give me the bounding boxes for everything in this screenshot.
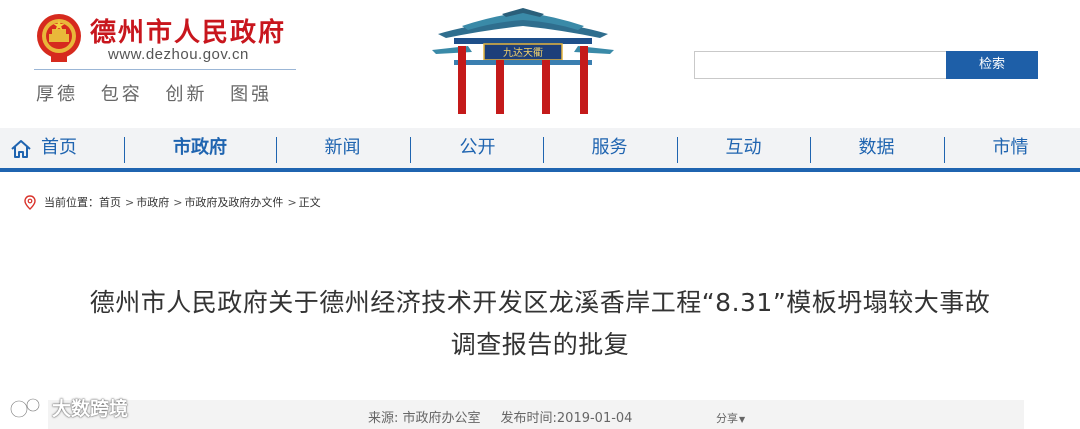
search-button[interactable]: 检索 [946,51,1038,79]
header-divider [34,69,296,70]
main-nav: 首页 市政府 新闻 公开 服务 互动 数据 市情 [0,128,1080,172]
nav-item-news[interactable]: 新闻 [295,128,390,168]
nav-item-city-info[interactable]: 市情 [963,128,1058,168]
breadcrumb-separator: > [125,195,135,209]
nav-divider [124,137,125,163]
breadcrumb-separator: > [173,195,183,209]
article-meta: 来源: 市政府办公室 发布时间:2019-01-04 [368,407,632,426]
nav-item-city-government[interactable]: 市政府 [150,128,250,168]
nav-divider [410,137,411,163]
nav-item-interaction[interactable]: 互动 [696,128,791,168]
nav-divider [276,137,277,163]
nav-item-data[interactable]: 数据 [829,128,924,168]
article-publish-date: 发布时间:2019-01-04 [500,411,633,426]
breadcrumb: 当前位置： 首页 > 市政府 > 市政府及政府办文件 > 正文 [24,193,321,211]
gate-plaque-text: 九达天衢 [503,47,543,59]
nav-divider [944,137,945,163]
chevron-down-icon: ▼ [739,415,746,424]
national-emblem-icon [37,14,81,62]
nav-divider [677,137,678,163]
watermark-logo-icon [9,397,41,418]
home-icon[interactable] [10,138,32,160]
archway-gate-image: 九达天衢 [432,8,614,114]
site-name[interactable]: 德州市人民政府 [90,12,286,49]
breadcrumb-item-current: 正文 [298,196,321,209]
share-button[interactable]: 分享▼ [716,410,745,426]
site-header: 德州市人民政府 www.dezhou.gov.cn 厚德 包容 创新 图强 九达… [0,0,1080,128]
breadcrumb-item-documents[interactable]: 市政府及政府办文件 [184,194,283,210]
article-meta-bar: 来源: 市政府办公室 发布时间:2019-01-04 分享▼ [48,400,1024,429]
share-label: 分享 [716,412,738,425]
nav-divider [810,137,811,163]
watermark-text: 大数跨境 [52,398,129,420]
search-input[interactable] [694,51,947,79]
nav-item-public[interactable]: 公开 [430,128,525,168]
site-motto: 厚德 包容 创新 图强 [36,84,273,105]
breadcrumb-prefix: 当前位置： [44,196,99,209]
article-title-line-1: 德州市人民政府关于德州经济技术开发区龙溪香岸工程“8.31”模板坍塌较大事故 [89,288,991,317]
article-source: 来源: 市政府办公室 [368,411,481,426]
breadcrumb-item-home[interactable]: 首页 [99,194,121,210]
breadcrumb-item-city-government[interactable]: 市政府 [136,194,169,210]
site-url: www.dezhou.gov.cn [108,46,249,63]
article-title: 德州市人民政府关于德州经济技术开发区龙溪香岸工程“8.31”模板坍塌较大事故 调… [40,282,1040,366]
nav-item-home[interactable]: 首页 [36,128,82,168]
article-title-line-2: 调查报告的批复 [450,330,630,359]
location-pin-icon [24,194,36,210]
nav-divider [543,137,544,163]
breadcrumb-separator: > [287,195,297,209]
nav-item-services[interactable]: 服务 [562,128,657,168]
watermark: 大数跨境 [8,394,128,421]
